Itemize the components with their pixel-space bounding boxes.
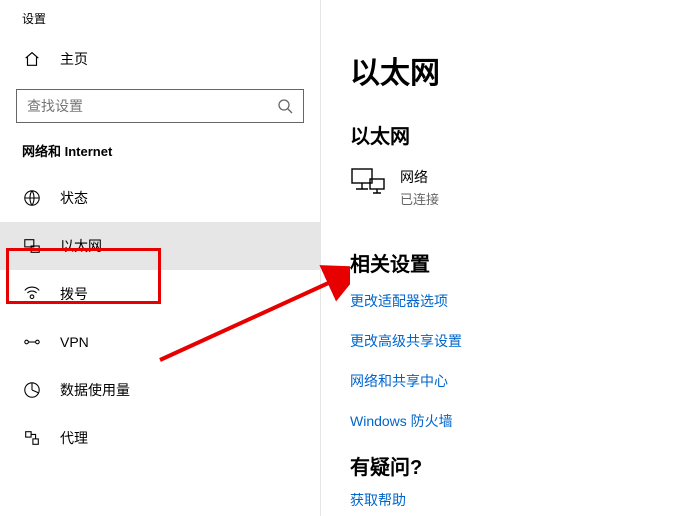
link-get-help[interactable]: 获取帮助 — [350, 490, 698, 510]
home-icon — [22, 49, 42, 69]
vpn-icon — [22, 332, 42, 352]
dialup-icon — [22, 284, 42, 304]
nav-label: 数据使用量 — [60, 380, 130, 400]
search-box[interactable] — [16, 89, 304, 123]
nav-item-ethernet[interactable]: 以太网 — [0, 222, 320, 270]
related-links: 更改适配器选项 更改高级共享设置 网络和共享中心 Windows 防火墙 — [350, 291, 698, 431]
status-icon — [22, 188, 42, 208]
nav-item-datausage[interactable]: 数据使用量 — [0, 366, 320, 414]
nav-label: VPN — [60, 334, 89, 350]
nav-label: 代理 — [60, 428, 88, 448]
network-card[interactable]: 网络 已连接 — [350, 167, 698, 208]
nav-item-vpn[interactable]: VPN — [0, 318, 320, 366]
home-button[interactable]: 主页 — [0, 39, 320, 79]
home-label: 主页 — [60, 49, 88, 69]
search-icon — [277, 98, 293, 114]
nav-item-status[interactable]: 状态 — [0, 174, 320, 222]
network-name: 网络 — [400, 167, 439, 187]
link-windows-firewall[interactable]: Windows 防火墙 — [350, 411, 698, 431]
search-input[interactable] — [27, 98, 277, 114]
question-title: 有疑问? — [350, 451, 698, 480]
nav-label: 状态 — [60, 188, 88, 208]
page-title: 以太网 — [350, 48, 698, 92]
section-subtitle: 以太网 — [350, 120, 698, 149]
network-icon — [350, 167, 386, 195]
nav-label: 以太网 — [60, 236, 102, 256]
nav-item-proxy[interactable]: 代理 — [0, 414, 320, 462]
main-content: 以太网 以太网 网络 已连接 相关设置 更改适配器选项 更改高级共享设置 网络和… — [320, 0, 698, 516]
category-header: 网络和 Internet — [0, 141, 320, 174]
link-network-sharing-center[interactable]: 网络和共享中心 — [350, 371, 698, 391]
nav-label: 拨号 — [60, 284, 88, 304]
network-status: 已连接 — [400, 189, 439, 208]
window-title: 设置 — [0, 10, 320, 39]
ethernet-icon — [22, 236, 42, 256]
help-links: 获取帮助 — [350, 490, 698, 510]
link-advanced-sharing[interactable]: 更改高级共享设置 — [350, 331, 698, 351]
sidebar: 设置 主页 网络和 Internet — [0, 0, 320, 516]
link-adapter-options[interactable]: 更改适配器选项 — [350, 291, 698, 311]
datausage-icon — [22, 380, 42, 400]
nav-item-dialup[interactable]: 拨号 — [0, 270, 320, 318]
related-settings-title: 相关设置 — [350, 248, 698, 277]
proxy-icon — [22, 428, 42, 448]
network-text: 网络 已连接 — [400, 167, 439, 208]
nav-list: 状态 以太网 拨号 — [0, 174, 320, 462]
